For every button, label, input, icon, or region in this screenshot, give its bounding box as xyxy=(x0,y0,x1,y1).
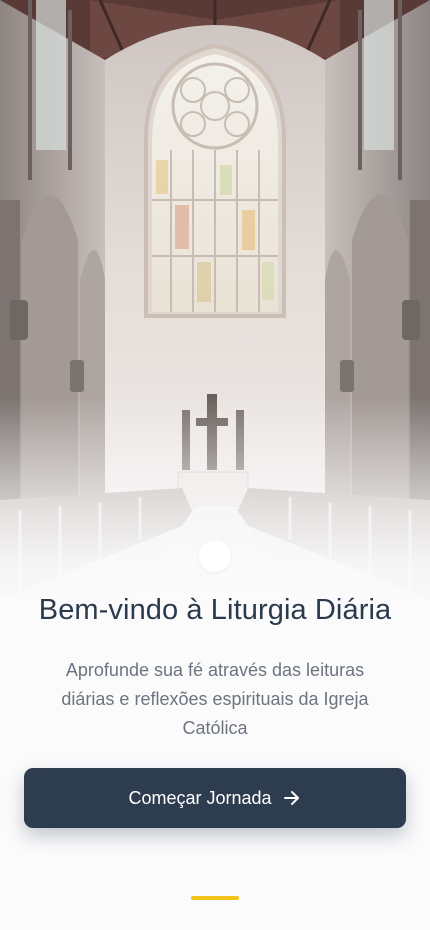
page-indicator xyxy=(191,896,239,900)
start-journey-label: Começar Jornada xyxy=(128,787,272,808)
logo-placeholder-circle xyxy=(199,540,231,572)
arrow-right-icon xyxy=(282,788,302,808)
welcome-subtitle: Aprofunde sua fé através das leituras di… xyxy=(61,660,369,738)
welcome-title: Bem-vindo à Liturgia Diária xyxy=(38,594,392,626)
start-journey-button[interactable]: Começar Jornada xyxy=(24,768,406,828)
